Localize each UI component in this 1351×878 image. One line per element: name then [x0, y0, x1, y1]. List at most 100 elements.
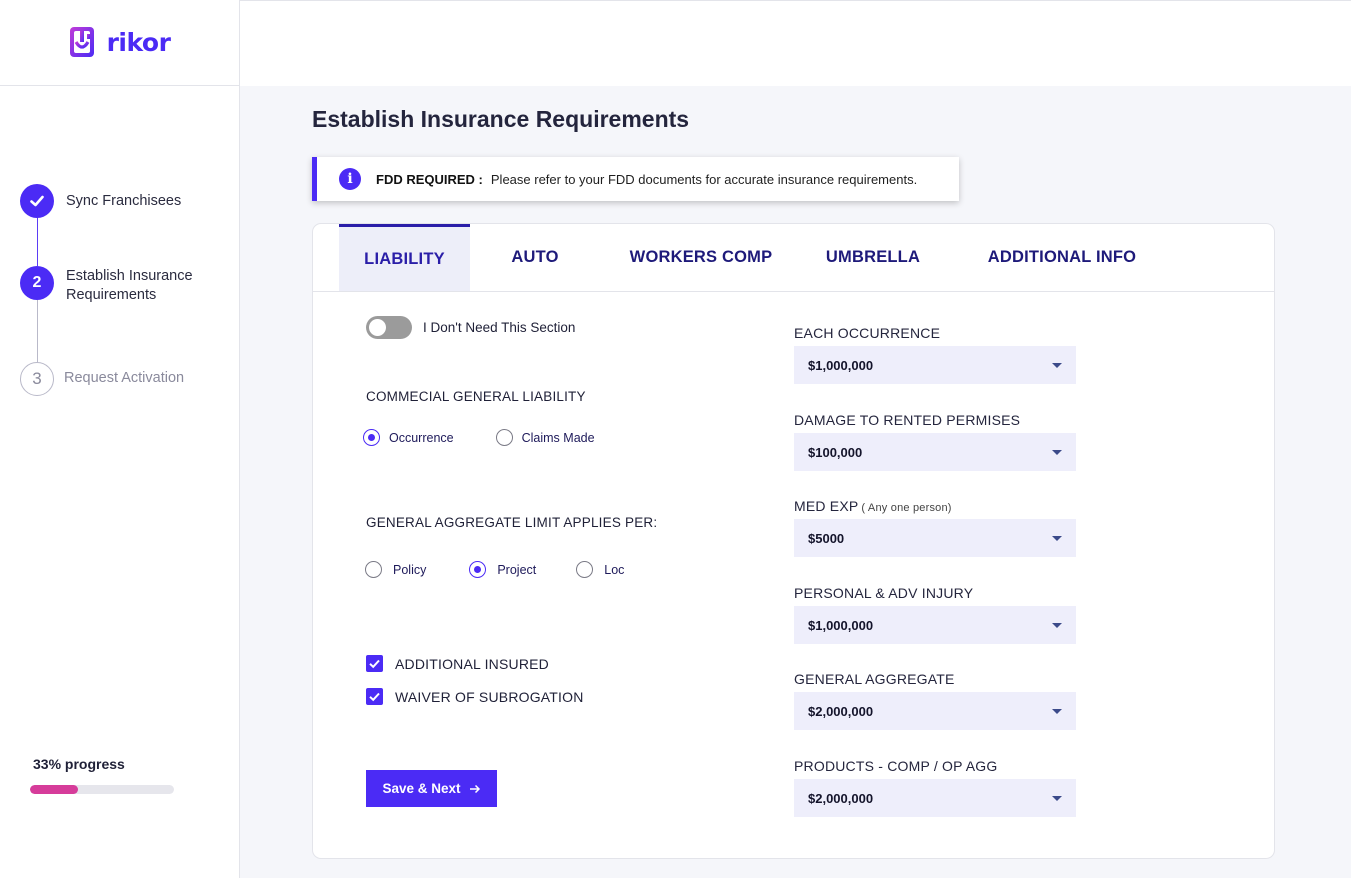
tab-additional-info[interactable]: ADDITIONAL INFO [973, 224, 1151, 291]
field-label-text: PERSONAL & ADV INJURY [794, 585, 974, 601]
progress-bar [30, 785, 174, 794]
step-connector [37, 218, 38, 266]
page-title: Establish Insurance Requirements [312, 106, 690, 132]
cgl-title: COMMECIAL GENERAL LIABILITY [366, 389, 586, 404]
radio-label: Occurrence [389, 430, 454, 445]
step-number-circle: 2 [20, 266, 54, 300]
waiver-subrogation-checkbox[interactable]: WAIVER OF SUBROGATION [366, 688, 584, 705]
step-label: Sync Franchisees [66, 193, 182, 209]
step-establish-insurance[interactable]: 2 Establish Insurance Requirements [20, 266, 216, 305]
checkmark-icon [369, 659, 380, 669]
save-next-label: Save & Next [382, 781, 461, 796]
additional-insured-checkbox[interactable]: ADDITIONAL INSURED [366, 655, 549, 672]
radio-indicator [365, 561, 382, 578]
med-exp-field: MED EXP( Any one person) $5000 [794, 498, 1076, 557]
arrow-right-icon [469, 784, 480, 793]
field-sublabel: ( Any one person) [861, 502, 952, 514]
radio-indicator [495, 429, 513, 446]
field-label: EACH OCCURRENCE [794, 325, 1076, 341]
field-label-text: DAMAGE TO RENTED PERMISES [794, 412, 1021, 428]
skip-section-toggle[interactable] [366, 316, 412, 339]
fdd-notice: i FDD REQUIRED : Please refer to your FD… [312, 157, 959, 201]
select-value: $100,000 [808, 444, 863, 460]
requirements-card: LIABILITY AUTO WORKERS COMP UMBRELLA ADD… [312, 223, 1275, 859]
select-value: $2,000,000 [808, 703, 874, 719]
checkmark-icon [369, 692, 380, 702]
radio-label: Policy [393, 562, 427, 577]
products-comp-op-agg-field: PRODUCTS - COMP / OP AGG $2,000,000 [794, 758, 1076, 817]
tab-liability[interactable]: LIABILITY [339, 224, 470, 291]
aggregate-radio-group: Policy Project Loc [365, 561, 666, 578]
sidebar: rikor Sync Franchisees 2 Establish Insur… [0, 0, 240, 878]
tab-workers-comp[interactable]: WORKERS COMP [613, 224, 789, 291]
step-label: Request Activation [64, 370, 185, 386]
caret-down-icon [1052, 708, 1062, 714]
step-request-activation[interactable]: 3 Request Activation [20, 362, 184, 396]
radio-label: Claims Made [521, 430, 595, 445]
info-icon: i [339, 168, 361, 190]
tab-auto[interactable]: AUTO [481, 224, 589, 291]
radio-occurrence[interactable]: Occurrence [363, 429, 454, 446]
field-label: PRODUCTS - COMP / OP AGG [794, 758, 1076, 774]
field-label-text: GENERAL AGGREGATE [794, 671, 955, 687]
select-value: $5000 [808, 530, 845, 546]
damage-rented-premises-select[interactable]: $100,000 [794, 433, 1076, 471]
radio-label: Loc [604, 562, 625, 577]
tab-umbrella[interactable]: UMBRELLA [813, 224, 933, 291]
field-label-text: PRODUCTS - COMP / OP AGG [794, 758, 998, 774]
field-label: DAMAGE TO RENTED PERMISES [794, 412, 1076, 428]
each-occurrence-field: EACH OCCURRENCE $1,000,000 [794, 325, 1076, 384]
radio-loc[interactable]: Loc [576, 561, 624, 578]
radio-policy[interactable]: Policy [365, 561, 426, 578]
products-comp-op-agg-select[interactable]: $2,000,000 [794, 779, 1076, 817]
field-label-text: MED EXP [794, 498, 859, 514]
cgl-radio-group: Occurrence Claims Made [363, 429, 637, 446]
field-label-text: EACH OCCURRENCE [794, 325, 941, 341]
skip-section-row: I Don't Need This Section [366, 316, 575, 339]
rikor-logo-icon [69, 26, 94, 57]
notice-text: Please refer to your FDD documents for a… [490, 171, 918, 187]
step-done-circle [20, 184, 54, 218]
radio-indicator [576, 561, 594, 578]
caret-down-icon [1052, 362, 1062, 368]
step-number-circle: 3 [20, 362, 54, 396]
radio-project[interactable]: Project [469, 561, 536, 578]
checkbox-label: WAIVER OF SUBROGATION [395, 688, 584, 705]
progress-label: 33% progress [33, 756, 125, 772]
top-bar [240, 0, 1351, 86]
step-sync-franchisees[interactable]: Sync Franchisees [20, 184, 181, 218]
select-value: $1,000,000 [808, 357, 874, 373]
notice-title: FDD REQUIRED : [376, 171, 483, 187]
checkmark-icon [30, 195, 44, 207]
logo[interactable]: rikor [0, 0, 239, 86]
save-next-button[interactable]: Save & Next [366, 770, 497, 807]
aggregate-title: GENERAL AGGREGATE LIMIT APPLIES PER: [366, 515, 658, 530]
step-connector [37, 300, 38, 362]
step-label: Establish Insurance Requirements [66, 268, 193, 303]
radio-indicator [469, 561, 487, 578]
checkbox-checked [366, 655, 383, 672]
caret-down-icon [1052, 535, 1062, 541]
personal-adv-injury-field: PERSONAL & ADV INJURY $1,000,000 [794, 585, 1076, 644]
caret-down-icon [1052, 795, 1062, 801]
progress-widget: 33% progress [30, 756, 175, 794]
logo-text: rikor [106, 28, 171, 57]
field-label: MED EXP( Any one person) [794, 498, 1076, 514]
med-exp-select[interactable]: $5000 [794, 519, 1076, 557]
field-label: GENERAL AGGREGATE [794, 671, 1076, 687]
progress-fill [30, 785, 78, 794]
general-aggregate-select[interactable]: $2,000,000 [794, 692, 1076, 730]
radio-label: Project [497, 562, 537, 577]
checkbox-checked [366, 688, 383, 705]
checkbox-label: ADDITIONAL INSURED [395, 655, 549, 672]
radio-claims-made[interactable]: Claims Made [495, 429, 595, 446]
each-occurrence-select[interactable]: $1,000,000 [794, 346, 1076, 384]
radio-indicator [363, 429, 380, 446]
caret-down-icon [1052, 622, 1062, 628]
general-aggregate-field: GENERAL AGGREGATE $2,000,000 [794, 671, 1076, 730]
tab-bar: LIABILITY AUTO WORKERS COMP UMBRELLA ADD… [313, 224, 1274, 292]
select-value: $2,000,000 [808, 790, 874, 806]
field-label: PERSONAL & ADV INJURY [794, 585, 1076, 601]
personal-adv-injury-select[interactable]: $1,000,000 [794, 606, 1076, 644]
damage-rented-premises-field: DAMAGE TO RENTED PERMISES $100,000 [794, 412, 1076, 471]
